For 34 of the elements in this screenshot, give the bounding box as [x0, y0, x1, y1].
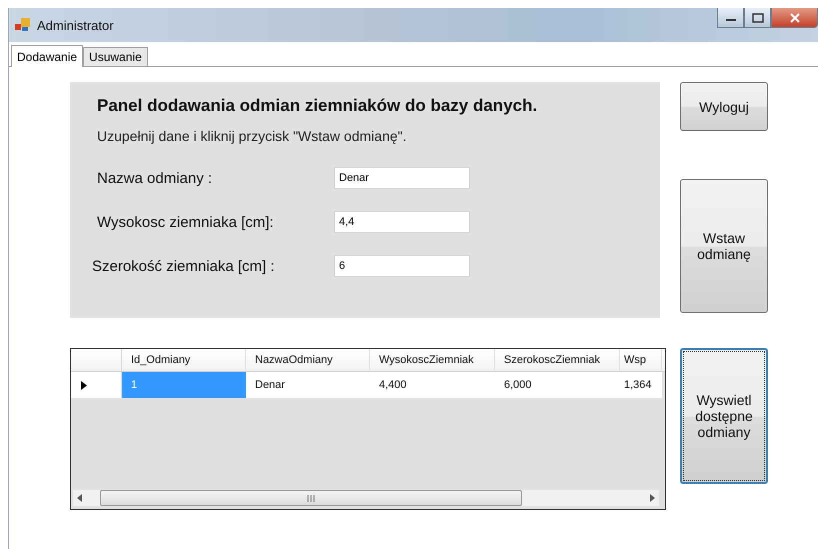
row-header[interactable]: [71, 372, 122, 398]
field-label: Nazwa odmiany :: [97, 170, 214, 186]
panel-heading: Panel dodawania odmian ziemniaków do bazy danych.: [97, 96, 538, 116]
table-cell[interactable]: Denar: [246, 372, 370, 398]
maximize-button[interactable]: [744, 8, 771, 28]
tab[interactable]: Dodawanie: [11, 45, 84, 67]
column-header[interactable]: NazwaOdmiany: [246, 349, 370, 371]
table-cell[interactable]: 4,400: [370, 372, 495, 398]
field-label: Wysokosc ziemniaka [cm]:: [97, 214, 275, 230]
action-button[interactable]: Wstaw odmianę: [680, 179, 768, 313]
action-button[interactable]: Wyswietl dostępne odmiany: [680, 348, 768, 484]
tab[interactable]: Usuwanie: [83, 47, 148, 66]
scroll-right-icon[interactable]: [649, 494, 655, 502]
scroll-thumb[interactable]: [100, 490, 522, 506]
column-header[interactable]: Wsp: [620, 349, 662, 371]
instructions-text: Uzupełnij dane i kliknij przycisk "Wstaw odmianę".: [97, 128, 408, 144]
input-field[interactable]: 4,4: [334, 211, 470, 233]
minimize-button[interactable]: [717, 8, 744, 28]
app-icon: [15, 18, 31, 32]
input-field[interactable]: Denar: [334, 167, 470, 189]
maximize-icon: [752, 12, 764, 22]
column-header[interactable]: SzerokoscZiemniak: [495, 349, 620, 371]
input-field[interactable]: 6: [334, 255, 470, 277]
table-cell[interactable]: 1,364: [620, 372, 662, 398]
action-button[interactable]: Wyloguj: [680, 82, 768, 131]
window-title: Administrator: [37, 18, 115, 32]
column-header[interactable]: WysokoscZiemniak: [370, 349, 495, 371]
column-header[interactable]: Id_Odmiany: [122, 349, 246, 371]
field-label: Szerokość ziemniaka [cm] :: [92, 258, 276, 274]
horizontal-scrollbar[interactable]: [72, 489, 660, 507]
close-icon: [788, 12, 800, 22]
close-button[interactable]: [771, 8, 818, 28]
table-cell[interactable]: 6,000: [495, 372, 620, 398]
scroll-left-icon[interactable]: [77, 494, 83, 502]
